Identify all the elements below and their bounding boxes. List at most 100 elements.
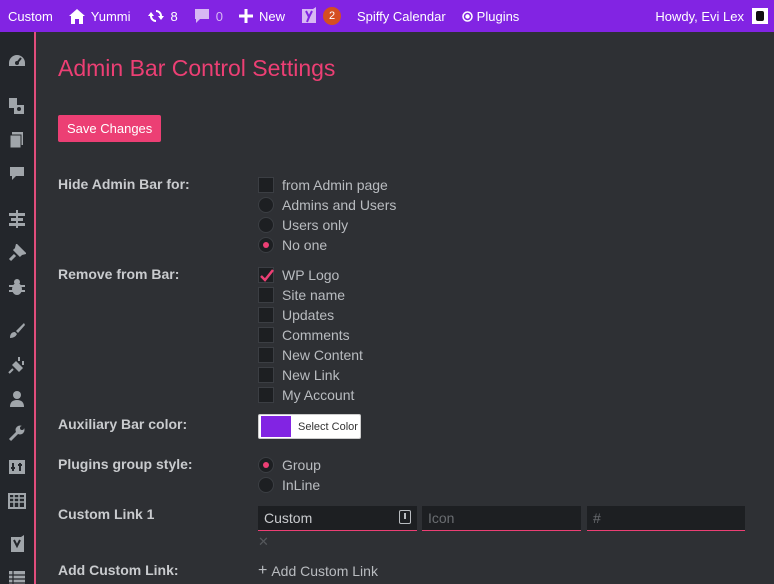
hide-admin-bar-label: Hide Admin Bar for:: [58, 176, 190, 192]
site-title: Custom: [8, 8, 53, 24]
save-changes-button[interactable]: Save Changes: [58, 115, 162, 142]
pages-icon[interactable]: [8, 131, 26, 149]
remove-my-account-option[interactable]: My Account: [258, 386, 354, 404]
updates-link[interactable]: 8: [139, 0, 186, 32]
settings-icon[interactable]: [8, 458, 26, 476]
comments-menu-icon[interactable]: [8, 165, 26, 183]
updates-count: 8: [170, 8, 178, 24]
hide-no-one-option[interactable]: No one: [258, 236, 327, 254]
option-label: Site name: [282, 287, 346, 303]
appearance-icon[interactable]: [8, 322, 26, 340]
checkbox-checked[interactable]: [258, 267, 274, 283]
checkbox[interactable]: [258, 307, 274, 323]
radio-button-selected[interactable]: [258, 237, 274, 253]
yoast-badge: 2: [323, 7, 342, 25]
check-icon: [260, 269, 274, 282]
option-label: WP Logo: [282, 267, 340, 283]
new-content-link[interactable]: New: [231, 0, 293, 32]
add-custom-link-text: Add Custom Link: [271, 563, 378, 579]
remove-link-icon[interactable]: ✕: [258, 534, 269, 550]
list-icon[interactable]: [8, 569, 26, 584]
radio-button-selected[interactable]: [258, 457, 274, 473]
yoast-link[interactable]: 2: [293, 0, 349, 32]
hide-users-only-option[interactable]: Users only: [258, 216, 348, 234]
checkbox[interactable]: [258, 287, 274, 303]
plus-icon: [239, 9, 253, 23]
comments-count: 0: [215, 8, 223, 24]
spiffy-calendar-link[interactable]: Spiffy Calendar: [349, 0, 454, 32]
home-label: Yummi: [90, 8, 131, 24]
plugins-group-style-label: Plugins group style:: [58, 456, 193, 472]
remove-comments-option[interactable]: Comments: [258, 326, 350, 344]
remove-from-bar-label: Remove from Bar:: [58, 266, 180, 282]
tools-icon[interactable]: [8, 424, 26, 442]
remove-site-name-option[interactable]: Site name: [258, 286, 345, 304]
option-label: Updates: [282, 307, 335, 323]
radio-button[interactable]: [258, 197, 274, 213]
checkbox[interactable]: [258, 347, 274, 363]
woocommerce-icon[interactable]: [8, 210, 26, 228]
plugins-label: Plugins: [476, 8, 520, 24]
color-swatch[interactable]: [261, 416, 291, 437]
add-custom-link-button[interactable]: + Add Custom Link: [258, 562, 378, 580]
checkbox[interactable]: [258, 327, 274, 343]
option-label: Users only: [282, 217, 349, 233]
my-account[interactable]: Howdy, Evi Lex: [655, 8, 774, 24]
radio-button[interactable]: [258, 217, 274, 233]
option-label: InLine: [282, 477, 321, 493]
pin-icon[interactable]: [8, 244, 26, 262]
aux-bar-color-label: Auxiliary Bar color:: [58, 416, 188, 432]
plugins-group-option[interactable]: Group: [258, 456, 321, 474]
comments-link[interactable]: 0: [186, 0, 231, 32]
avatar: [752, 8, 768, 24]
option-label: New Content: [282, 347, 363, 363]
admin-side-menu: [0, 32, 36, 584]
home-link[interactable]: Yummi: [61, 0, 139, 32]
calendar-table-icon[interactable]: [8, 492, 26, 510]
custom-link-icon-input[interactable]: [422, 506, 581, 531]
greeting: Howdy, Evi Lex: [655, 8, 744, 24]
option-label: Admins and Users: [282, 197, 397, 213]
remove-new-content-option[interactable]: New Content: [258, 346, 363, 364]
plugins-icon[interactable]: [8, 356, 26, 374]
checkbox[interactable]: [258, 387, 274, 403]
select-color-label: Select Color: [298, 420, 358, 433]
home-icon: [68, 8, 85, 24]
remove-wp-logo-option[interactable]: WP Logo: [258, 266, 339, 284]
radio-button[interactable]: [258, 477, 274, 493]
yoast-seo-icon[interactable]: [8, 535, 26, 553]
custom-link-name-input[interactable]: [258, 506, 417, 531]
plugins-link[interactable]: Plugins: [454, 0, 528, 32]
option-label: from Admin page: [282, 177, 388, 193]
admin-bar: Custom Yummi 8 0 New 2 Spiffy Calendar P…: [0, 0, 774, 32]
comment-icon: [194, 8, 210, 24]
add-custom-link-label: Add Custom Link:: [58, 562, 179, 578]
icon-picker-icon[interactable]: [399, 510, 411, 524]
site-title-link[interactable]: Custom: [0, 0, 61, 32]
option-label: Group: [282, 457, 321, 473]
color-picker-button[interactable]: Select Color: [258, 414, 361, 439]
custom-link-url-input[interactable]: [587, 506, 745, 531]
yoast-menu-icon[interactable]: [8, 97, 26, 115]
plugins-bullet-icon: [461, 10, 473, 22]
hide-admins-and-users-option[interactable]: Admins and Users: [258, 196, 396, 214]
custom-link-1-label: Custom Link 1: [58, 506, 155, 522]
option-label: My Account: [282, 387, 355, 403]
page-title: Admin Bar Control Settings: [58, 55, 336, 81]
checkbox[interactable]: [258, 177, 274, 193]
bug-icon[interactable]: [8, 278, 26, 296]
plugins-inline-option[interactable]: InLine: [258, 476, 320, 494]
dashboard-icon[interactable]: [8, 52, 26, 70]
hide-from-admin-page-option[interactable]: from Admin page: [258, 176, 388, 194]
option-label: No one: [282, 237, 328, 253]
checkbox[interactable]: [258, 367, 274, 383]
yoast-icon: [301, 7, 317, 25]
option-label: New Link: [282, 367, 340, 383]
remove-new-link-option[interactable]: New Link: [258, 366, 340, 384]
remove-updates-option[interactable]: Updates: [258, 306, 334, 324]
calendar-label: Spiffy Calendar: [357, 8, 446, 24]
new-label: New: [259, 8, 286, 24]
option-label: Comments: [282, 327, 350, 343]
updates-icon: [147, 8, 165, 24]
users-icon[interactable]: [8, 390, 26, 408]
